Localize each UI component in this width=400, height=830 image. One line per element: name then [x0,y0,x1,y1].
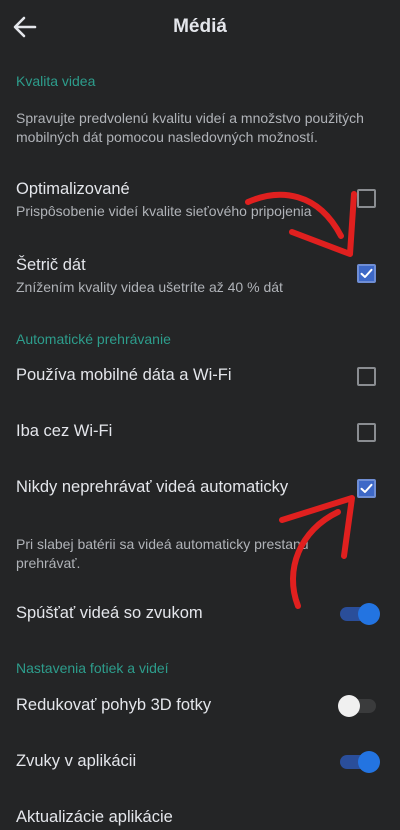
option-data-saver[interactable]: Šetrič dát Znížením kvality videa ušetrí… [0,246,400,304]
app-sounds-toggle[interactable] [338,750,380,774]
reduce-3d-motion-toggle[interactable] [338,694,380,718]
option-mobile-wifi-title: Používa mobilné dáta a Wi-Fi [16,366,232,384]
data-saver-checkbox[interactable] [357,264,376,283]
toggle-knob [358,603,380,625]
option-app-sounds[interactable]: Zvuky v aplikácii [0,740,400,784]
toggle-knob [358,751,380,773]
section-header-video-quality: Kvalita videa [16,73,96,89]
toggle-knob [338,695,360,717]
play-with-sound-toggle[interactable] [338,602,380,626]
page-title: Médiá [173,16,227,37]
checkmark-icon [360,483,373,493]
app-header: Médiá [0,0,400,56]
option-reduce-3d-motion[interactable]: Redukovať pohyb 3D fotky [0,684,400,728]
option-optimized-title: Optimalizované [16,180,130,198]
option-play-with-sound[interactable]: Spúšťať videá so zvukom [0,592,400,636]
option-data-saver-subtitle: Znížením kvality videa ušetríte až 40 % … [16,279,283,295]
never-autoplay-checkbox[interactable] [357,479,376,498]
option-wifi-only[interactable]: Iba cez Wi-Fi [0,411,400,455]
option-optimized-subtitle: Prispôsobenie videí kvalite sieťového pr… [16,203,312,219]
optimized-checkbox[interactable] [357,189,376,208]
option-wifi-only-title: Iba cez Wi-Fi [16,422,113,440]
section-header-autoplay: Automatické prehrávanie [16,331,171,347]
option-app-sounds-title: Zvuky v aplikácii [16,752,137,770]
option-never-autoplay[interactable]: Nikdy neprehrávať videá automaticky [0,467,400,511]
video-quality-description: Spravujte predvolenú kvalitu videí a mno… [16,110,364,145]
mobile-wifi-checkbox[interactable] [357,367,376,386]
checkmark-icon [360,268,373,278]
option-app-updates[interactable]: Aktualizácie aplikácie [0,796,400,830]
option-optimized[interactable]: Optimalizované Prispôsobenie videí kvali… [0,170,400,228]
option-never-autoplay-title: Nikdy neprehrávať videá automaticky [16,478,289,496]
option-mobile-wifi[interactable]: Používa mobilné dáta a Wi-Fi [0,355,400,399]
option-data-saver-title: Šetrič dát [16,256,86,274]
wifi-only-checkbox[interactable] [357,423,376,442]
option-app-updates-title: Aktualizácie aplikácie [16,808,173,826]
option-play-with-sound-title: Spúšťať videá so zvukom [16,604,203,622]
battery-note: Pri slabej batérii sa videá automaticky … [16,536,309,571]
section-header-photos-videos: Nastavenia fotiek a videí [16,660,169,676]
option-reduce-3d-motion-title: Redukovať pohyb 3D fotky [16,696,212,714]
